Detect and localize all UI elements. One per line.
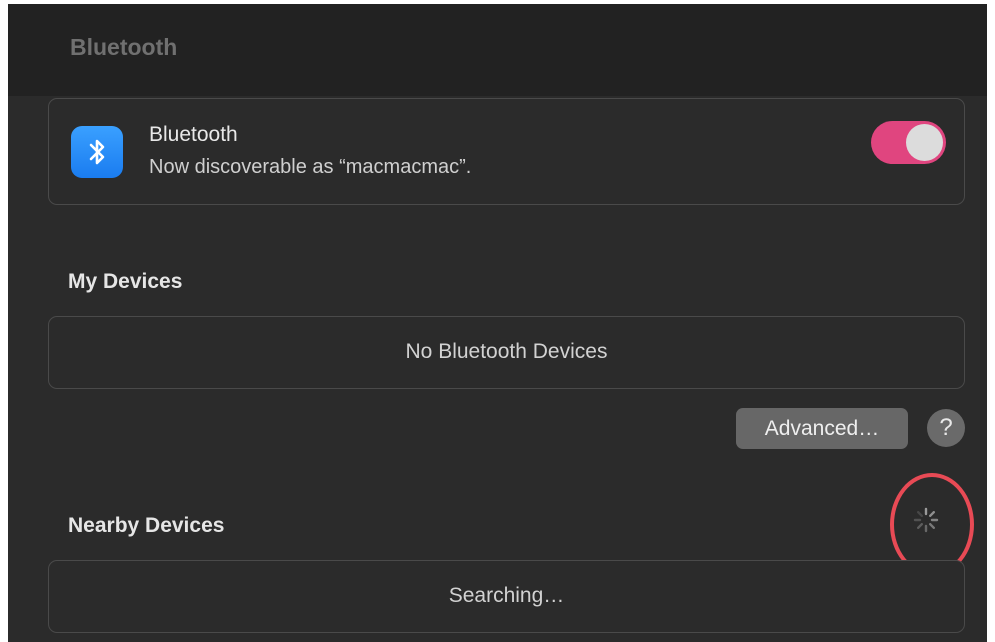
nearby-devices-list: Searching… <box>48 560 965 633</box>
toggle-knob <box>906 124 943 161</box>
bluetooth-subtitle: Now discoverable as “macmacmac”. <box>149 156 472 178</box>
bluetooth-card: Bluetooth Now discoverable as “macmacmac… <box>48 98 965 205</box>
window-title: Bluetooth <box>70 34 178 60</box>
bluetooth-toggle[interactable] <box>871 121 946 164</box>
no-devices-text: No Bluetooth Devices <box>405 340 608 363</box>
help-button[interactable]: ? <box>927 409 965 447</box>
advanced-button[interactable]: Advanced… <box>736 408 908 449</box>
my-devices-heading: My Devices <box>68 270 183 293</box>
title-bar: Bluetooth <box>8 4 987 96</box>
bluetooth-title: Bluetooth <box>149 123 238 146</box>
my-devices-list: No Bluetooth Devices <box>48 316 965 389</box>
bluetooth-icon <box>71 126 123 178</box>
bluetooth-settings-panel: Bluetooth Bluetooth Now discoverable as … <box>8 4 987 642</box>
searching-text: Searching… <box>448 584 565 607</box>
nearby-devices-heading: Nearby Devices <box>68 514 225 537</box>
